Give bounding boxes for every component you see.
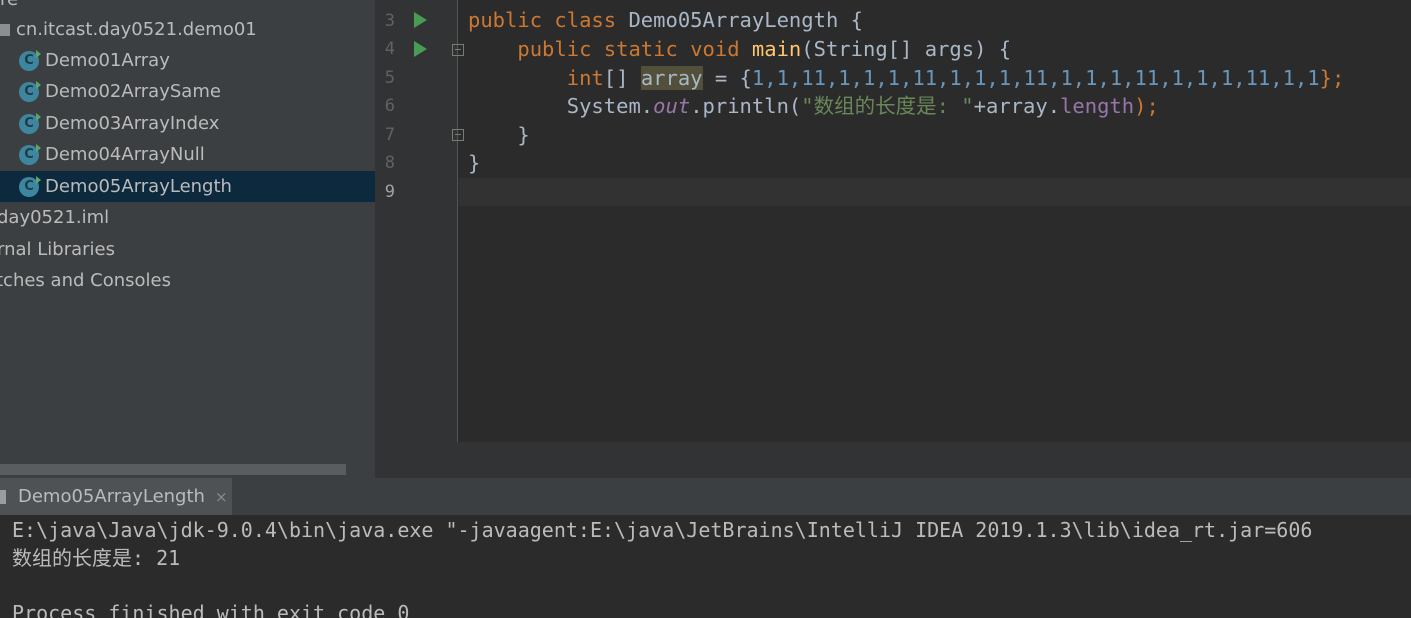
java-class-icon (19, 49, 41, 71)
tree-item-class[interactable]: Demo03ArrayIndex (0, 108, 375, 139)
code-token: [] (603, 66, 641, 90)
code-token: = { (702, 66, 752, 90)
code-token: } (468, 151, 481, 175)
tree-item-class[interactable]: Demo04ArrayNull (0, 139, 375, 170)
code-token: { (850, 8, 863, 32)
editor-bottom-area (375, 442, 1411, 478)
code-line-3: public class Demo05ArrayLength { (468, 6, 863, 34)
run-tab-bar: Demo05ArrayLength × (0, 478, 1411, 515)
code-line-4: public static void main(String[] args) { (468, 35, 1011, 63)
code-line-6: System.out.println("数组的长度是: "+array.leng… (468, 92, 1159, 120)
java-class-icon (19, 143, 41, 165)
tree-item-class[interactable]: Demo02ArraySame (0, 76, 375, 107)
tree-item-label: rnal Libraries (0, 239, 115, 260)
code-token: out (653, 94, 691, 118)
java-class-icon (19, 112, 41, 134)
line-number: 5 (384, 68, 395, 88)
tree-item-class[interactable]: Demo01Array (0, 45, 375, 76)
code-token: length (1060, 94, 1135, 118)
gutter-divider (457, 0, 458, 442)
console-output-line: Process finished with exit code 0 (12, 601, 410, 618)
java-class-icon (19, 175, 41, 197)
line-number: 7 (384, 125, 395, 145)
caret-row-highlight (459, 178, 1411, 206)
console-output-line: E:\java\Java\jdk-9.0.4\bin\java.exe "-ja… (12, 518, 1313, 542)
code-token: }; (1319, 66, 1345, 90)
run-class-icon[interactable] (414, 12, 427, 28)
run-tab[interactable]: Demo05ArrayLength × (0, 478, 232, 515)
tree-item-label: Demo02ArraySame (45, 81, 221, 102)
code-token: main (751, 37, 802, 61)
java-class-icon (19, 80, 41, 102)
console-output-line: 数组的长度是: 21 (12, 546, 181, 570)
project-tool-window: re cn.itcast.day0521.demo01 Demo01Array … (0, 0, 375, 478)
tree-item-iml[interactable]: day0521.iml (0, 202, 375, 233)
tree-item-label: day0521.iml (0, 207, 110, 228)
tree-item-label: re (0, 0, 18, 10)
run-tab-label: Demo05ArrayLength (18, 486, 205, 507)
code-token: .println( (690, 94, 802, 118)
tree-item-root[interactable]: re (0, 0, 375, 15)
tree-item-label: cn.itcast.day0521.demo01 (16, 19, 257, 40)
code-token: static (603, 37, 678, 61)
code-editor[interactable]: 3 4 5 6 7 8 9 public class Demo05ArrayLe… (375, 0, 1411, 478)
line-number: 9 (384, 182, 395, 202)
code-line-5: int[] array = {1,1,11,1,1,1,11,1,1,1,11,… (468, 64, 1344, 92)
close-icon[interactable]: × (215, 488, 228, 506)
tree-item-label: Demo04ArrayNull (45, 144, 205, 165)
code-token: 1,1,11,1,1,1,11,1,1,1,11,1,1,1,11,1,1,1,… (751, 66, 1320, 90)
line-number: 6 (384, 96, 395, 116)
code-line-7: } (468, 121, 530, 149)
code-token: } (517, 123, 530, 147)
code-token: int (566, 66, 604, 90)
code-token: void (690, 37, 740, 61)
code-token: public (468, 8, 543, 32)
line-number: 3 (384, 11, 395, 31)
run-main-icon[interactable] (414, 41, 427, 57)
run-config-icon (0, 489, 6, 504)
code-token: public (517, 37, 592, 61)
code-token: +array. (973, 94, 1061, 118)
tree-item-label: Demo01Array (45, 50, 170, 71)
tree-item-label: Demo05ArrayLength (45, 176, 232, 197)
code-token: System. (566, 94, 654, 118)
fold-icon[interactable] (452, 44, 464, 56)
horizontal-scrollbar[interactable] (0, 464, 346, 475)
tree-item-class-selected[interactable]: Demo05ArrayLength (0, 171, 375, 202)
run-tool-window: Demo05ArrayLength × E:\java\Java\jdk-9.0… (0, 478, 1411, 618)
code-token: Demo05ArrayLength (628, 8, 839, 32)
tree-item-label: tches and Consoles (0, 270, 171, 291)
code-token: "数组的长度是: " (801, 94, 974, 118)
code-token: class (554, 8, 617, 32)
package-icon (0, 23, 10, 36)
tree-item-external-libraries[interactable]: rnal Libraries (0, 234, 375, 265)
code-line-8: } (468, 149, 480, 177)
tree-item-scratches[interactable]: tches and Consoles (0, 265, 375, 296)
code-token: (String[] args) { (801, 37, 1012, 61)
tree-item-label: Demo03ArrayIndex (45, 113, 220, 134)
tree-item-package[interactable]: cn.itcast.day0521.demo01 (0, 14, 375, 45)
code-token-highlighted: array (640, 66, 703, 90)
fold-icon[interactable] (452, 129, 464, 141)
line-number: 4 (384, 39, 395, 59)
line-number: 8 (384, 153, 395, 173)
code-token: ); (1134, 94, 1159, 118)
